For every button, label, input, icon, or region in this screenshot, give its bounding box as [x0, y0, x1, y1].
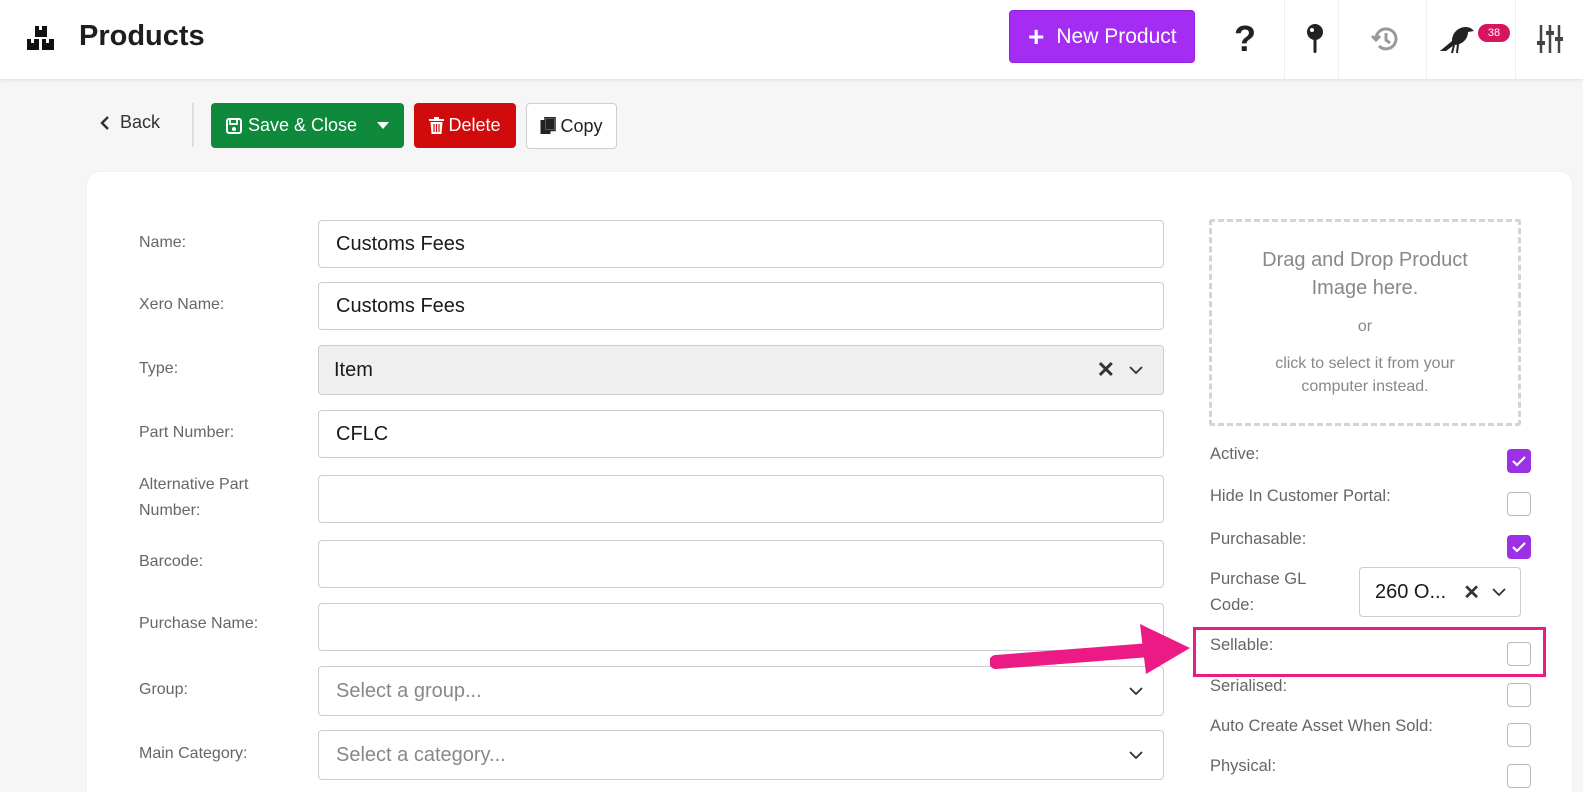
sliders-icon: [1537, 25, 1563, 53]
product-image-dropzone[interactable]: Drag and Drop Product Image here. or cli…: [1209, 219, 1521, 426]
help-question-icon: ?: [1234, 18, 1256, 59]
notification-count-badge: 38: [1478, 24, 1510, 42]
part-number-label: Part Number:: [139, 424, 235, 441]
save-options-dropdown[interactable]: [363, 103, 403, 148]
new-product-label: New Product: [1056, 24, 1177, 48]
purchase-gl-code-value: 260 O...: [1375, 580, 1447, 603]
xero-name-field[interactable]: Customs Fees: [318, 282, 1164, 330]
chevron-left-icon: [100, 115, 109, 130]
xero-name-label: Xero Name:: [139, 296, 225, 313]
top-bar: Products + New Product ? 38: [0, 0, 1583, 80]
history-button[interactable]: [1361, 14, 1411, 64]
main-category-placeholder: Select a category...: [336, 743, 506, 766]
sellable-highlight-box: [1193, 627, 1546, 677]
save-icon: [226, 117, 242, 134]
history-icon: [1370, 27, 1398, 51]
physical-label: Physical:: [1210, 757, 1277, 775]
clear-icon[interactable]: ✕: [1463, 580, 1480, 605]
chevron-down-icon[interactable]: [1492, 588, 1506, 596]
plus-icon: +: [1028, 20, 1045, 52]
group-label: Group:: [139, 681, 188, 698]
save-close-button-group: Save & Close: [211, 103, 404, 148]
delete-button[interactable]: Delete: [414, 103, 516, 148]
toolbar-divider: [192, 103, 194, 147]
hide-in-portal-label: Hide In Customer Portal:: [1210, 487, 1391, 505]
purchasable-checkbox[interactable]: [1507, 535, 1531, 559]
type-label: Type:: [139, 360, 179, 377]
checkmark-icon: [1512, 541, 1526, 553]
back-label: Back: [120, 112, 161, 132]
barcode-label: Barcode:: [139, 553, 204, 570]
group-placeholder: Select a group...: [336, 679, 482, 702]
pin-icon: [1307, 24, 1323, 53]
name-field[interactable]: Customs Fees: [318, 220, 1164, 268]
alt-part-number-field[interactable]: [318, 475, 1164, 523]
physical-checkbox[interactable]: [1507, 764, 1531, 788]
barcode-field[interactable]: [318, 540, 1164, 588]
chevron-down-icon[interactable]: [1129, 687, 1143, 695]
purchase-gl-code-label: Purchase GL Code:: [1210, 570, 1306, 614]
boxes-logo-icon: [27, 26, 54, 50]
auto-create-asset-checkbox[interactable]: [1507, 723, 1531, 747]
alt-part-number-label: Alternative Part Number:: [139, 476, 249, 519]
page-title: Products: [79, 20, 205, 52]
dropzone-hint: click to select it from your computer in…: [1275, 355, 1455, 395]
save-close-label: Save & Close: [248, 115, 358, 135]
name-label: Name:: [139, 234, 187, 251]
copy-label: Copy: [560, 115, 603, 136]
checkmark-icon: [1512, 455, 1526, 467]
auto-create-asset-label: Auto Create Asset When Sold:: [1210, 717, 1433, 735]
clear-icon[interactable]: ✕: [1097, 357, 1115, 383]
purchasable-label: Purchasable:: [1210, 530, 1307, 548]
save-close-button[interactable]: Save & Close: [211, 115, 363, 136]
new-product-button[interactable]: + New Product: [1009, 10, 1195, 63]
dropzone-title: Drag and Drop Product Image here.: [1262, 249, 1468, 299]
help-button[interactable]: ?: [1220, 14, 1270, 64]
active-checkbox[interactable]: [1507, 449, 1531, 473]
purchase-gl-code-select[interactable]: 260 O... ✕: [1359, 567, 1521, 617]
chevron-down-icon[interactable]: [1129, 751, 1143, 759]
annotation-arrow-icon: [990, 624, 1190, 674]
main-category-label: Main Category:: [139, 745, 248, 762]
trash-icon: [429, 117, 445, 134]
caret-down-icon: [377, 121, 389, 129]
dropzone-or: or: [1357, 318, 1373, 335]
chevron-down-icon[interactable]: [1129, 366, 1143, 374]
hide-in-portal-checkbox[interactable]: [1507, 492, 1531, 516]
back-button[interactable]: Back: [100, 112, 160, 133]
bird-icon: [1440, 27, 1474, 54]
delete-label: Delete: [448, 115, 501, 135]
settings-button[interactable]: [1530, 14, 1570, 64]
pin-button[interactable]: [1290, 14, 1340, 64]
serialised-checkbox[interactable]: [1507, 683, 1531, 707]
type-select[interactable]: Item ✕: [318, 345, 1164, 395]
part-number-field[interactable]: CFLC: [318, 410, 1164, 458]
type-value: Item: [334, 358, 373, 381]
main-category-select[interactable]: Select a category...: [318, 730, 1164, 780]
notifications-button[interactable]: [1433, 14, 1483, 64]
copy-button[interactable]: Copy: [526, 103, 617, 149]
copy-icon: [540, 117, 557, 134]
purchase-name-label: Purchase Name:: [139, 615, 259, 632]
active-label: Active:: [1210, 445, 1260, 463]
